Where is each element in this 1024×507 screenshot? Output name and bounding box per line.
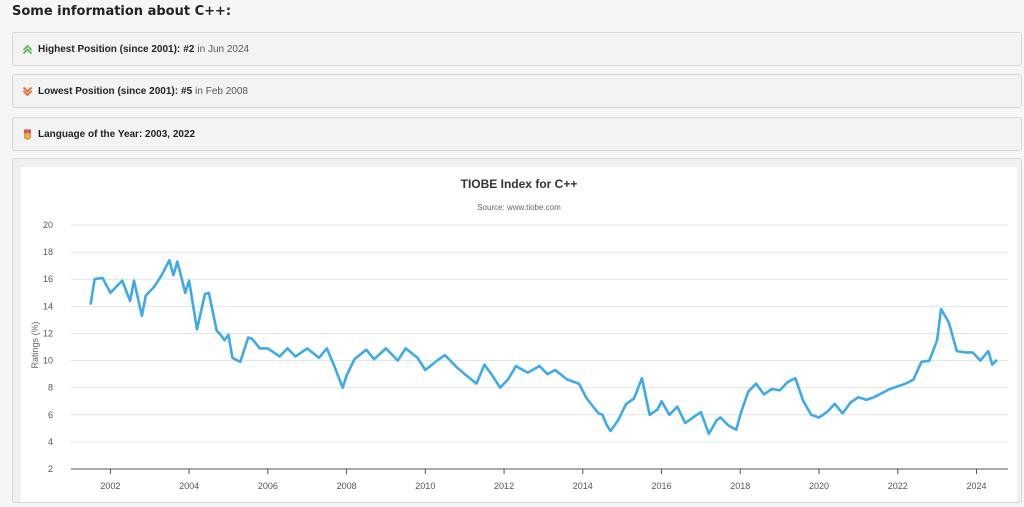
y-tick-label: 16 [43,274,53,284]
section-title: Some information about C++: [12,4,232,19]
y-tick-label: 2 [48,464,53,474]
y-tick-label: 8 [48,383,53,393]
language-of-year-label: Language of the Year: 2003, 2022 [38,128,196,140]
x-tick-label: 2002 [100,481,120,491]
x-tick-label: 2024 [966,481,986,491]
y-tick-label: 20 [43,220,53,230]
grid-lines [71,224,1008,470]
medal-icon [22,129,33,140]
x-tick-label: 2012 [494,481,514,491]
chart-subtitle: Source: www.tiobe.com [477,203,561,212]
highest-position-date: in Jun 2024 [197,43,250,55]
chart-panel: TIOBE Index for C++ Source: www.tiobe.co… [12,158,1022,503]
x-tick-label: 2022 [888,481,908,491]
chart-title: TIOBE Index for C++ [461,177,578,191]
lowest-position-date: in Feb 2008 [195,85,248,97]
x-tick-label: 2016 [652,481,672,491]
double-chevron-down-icon [22,86,33,97]
y-tick-label: 4 [48,437,53,447]
y-tick-label: 14 [43,301,53,311]
y-tick-label: 6 [48,410,53,420]
x-tick-label: 2020 [809,481,829,491]
double-chevron-up-icon [22,44,33,55]
highest-position-label: Highest Position (since 2001): [38,43,181,55]
highest-position-value: #2 [183,43,195,55]
chart-area: TIOBE Index for C++ Source: www.tiobe.co… [21,167,1017,502]
x-tick-label: 2018 [730,481,750,491]
y-tick-label: 12 [43,328,53,338]
lowest-position-box[interactable]: Lowest Position (since 2001): #5 in Feb … [12,74,1022,108]
x-tick-label: 2006 [258,481,278,491]
x-tick-labels: 2002 2004 2006 2008 2010 2012 2014 2016 2018 2020… [100,469,987,491]
lowest-position-label: Lowest Position (since 2001): [38,85,179,97]
y-tick-label: 18 [43,247,53,257]
series-group [89,258,998,436]
y-tick-labels: 2 4 6 8 10 12 14 16 18 20 [43,220,53,474]
language-of-year-box[interactable]: Language of the Year: 2003, 2022 [12,117,1022,151]
x-tick-label: 2008 [337,481,357,491]
y-tick-label: 10 [43,356,53,366]
series-line [89,258,998,436]
x-tick-label: 2014 [573,481,593,491]
lowest-position-value: #5 [181,85,193,97]
tiobe-chart: TIOBE Index for C++ Source: www.tiobe.co… [30,177,1008,491]
y-axis-label: Ratings (%) [30,321,40,368]
highest-position-box[interactable]: Highest Position (since 2001): #2 in Jun… [12,32,1022,66]
x-tick-label: 2004 [179,481,199,491]
x-tick-label: 2010 [415,481,435,491]
